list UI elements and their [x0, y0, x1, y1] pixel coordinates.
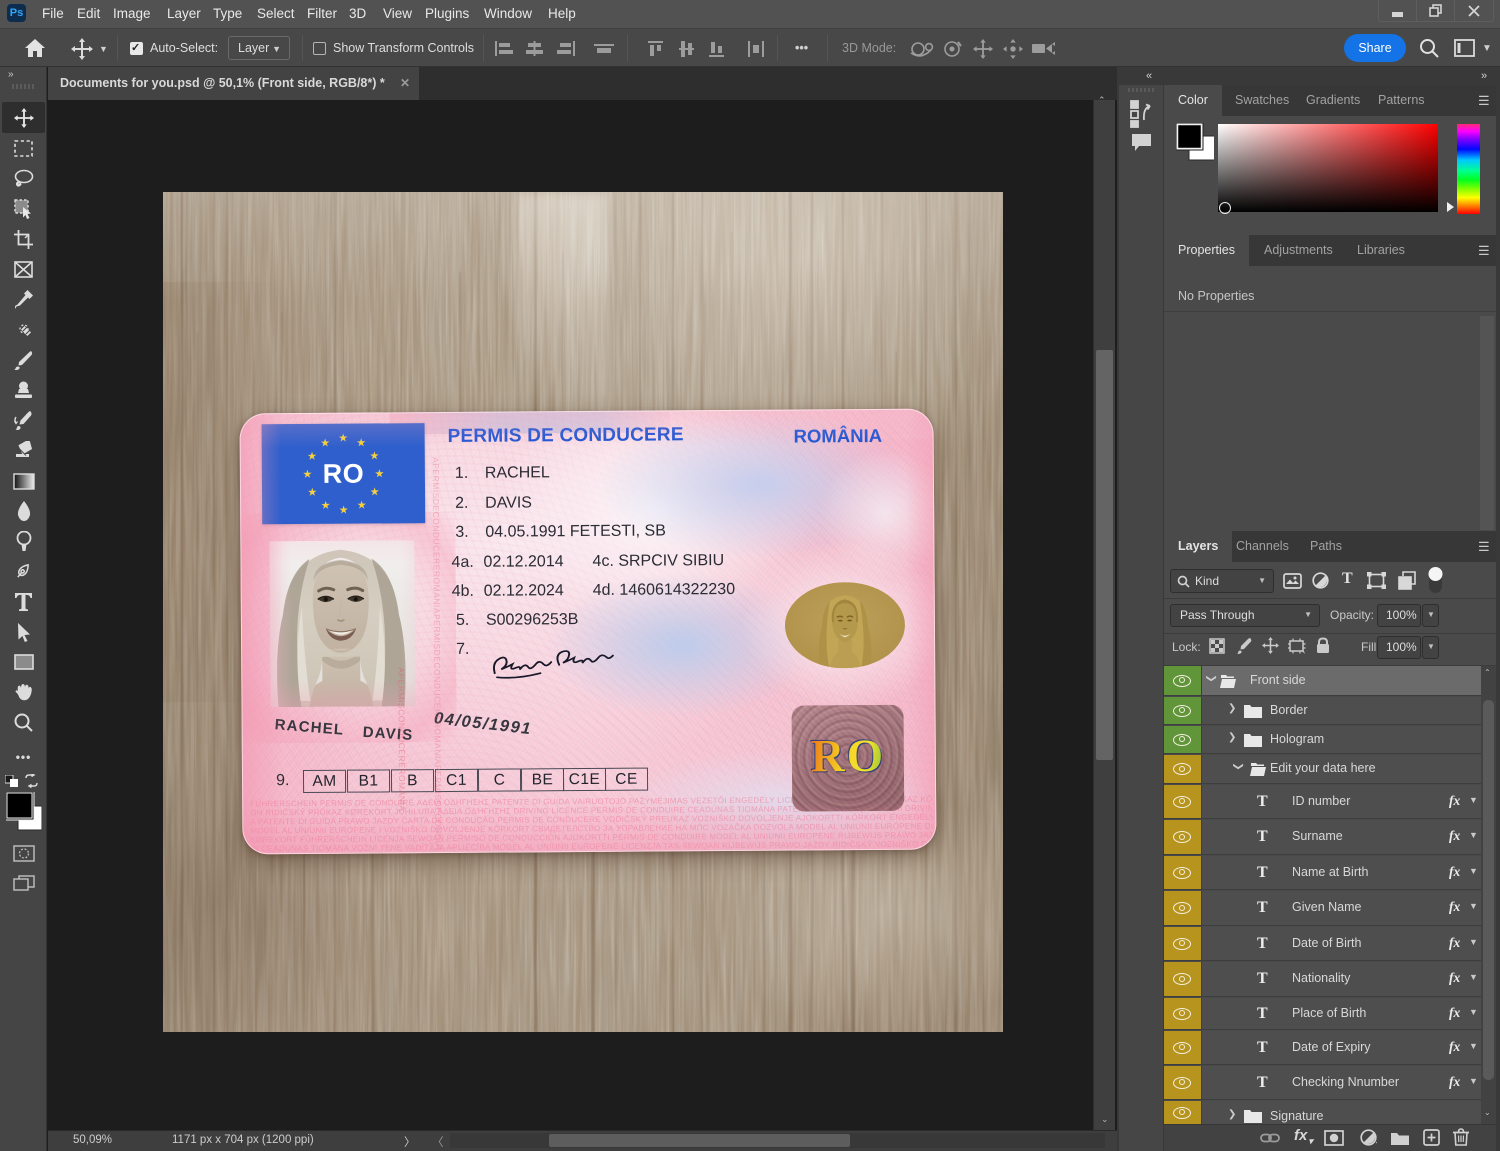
svg-text:▾: ▾ [1376, 1139, 1377, 1146]
